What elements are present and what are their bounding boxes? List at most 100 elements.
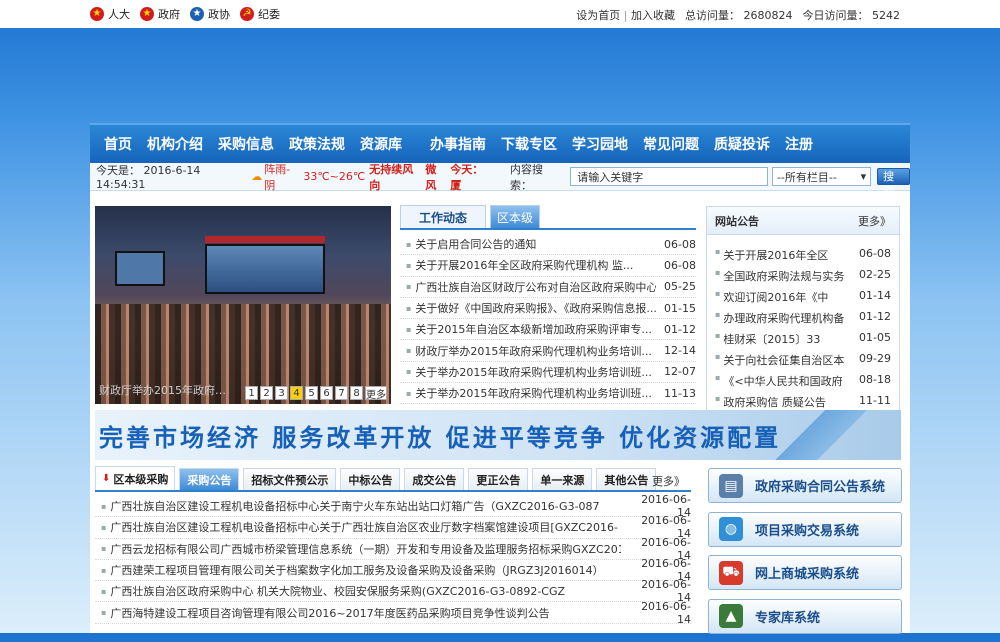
nav-guide[interactable]: 办事指南	[430, 134, 486, 154]
list-item[interactable]: ▪ 广西壮族自治区政府采购中心 机关大院物业、校园安保服务采购(GXZC2016-…	[95, 578, 691, 604]
list-item[interactable]: ▪ 办理政府采购代理机构备 01-12	[715, 310, 891, 331]
weather: 阵雨-阴	[264, 162, 291, 192]
slide-caption[interactable]: 财政厅举办2015年政府…	[99, 382, 226, 398]
tab-tender-preview[interactable]: 招标文件预公示	[243, 468, 337, 490]
slide-page-7[interactable]: 7	[335, 386, 348, 400]
cart-icon: ⛟	[719, 560, 743, 585]
news-list: ▪ 关于启用合同公告的通知 06-08 ▪ 关于开展2016年全区政府采购代理机构 监…	[400, 234, 696, 405]
wind: 无持续风向	[369, 162, 414, 192]
list-item[interactable]: ▪ 关于启用合同公告的通知 06-08	[400, 234, 696, 256]
party-emblem-icon: ☭	[240, 7, 254, 21]
news-tabs: 工作动态 区本级	[400, 205, 696, 230]
today-visits: 今日访问量： 5242	[802, 9, 901, 22]
graduation-cap-icon: ▲	[719, 604, 743, 628]
category-select[interactable]: --所有栏目-- ▾	[771, 167, 872, 186]
link-government[interactable]: ★ 政府	[140, 6, 180, 22]
nav-about[interactable]: 机构介绍	[147, 134, 203, 154]
set-home-link[interactable]: 设为首页	[576, 9, 620, 22]
main-container: 首页 机构介绍 采购信息 政策法规 资源库 办事指南 下载专区 学习园地 常见问…	[90, 123, 910, 634]
list-item[interactable]: ▪ 广西壮族自治区建设工程机电设备招标中心关于广西壮族自治区农业厅数字档案馆建设项…	[95, 514, 691, 540]
procurement-panel: ⬇ 区本级采购 采购公告 招标文件预公示 中标公告 成交公告 更正公告 单一来源 …	[95, 466, 691, 638]
list-item[interactable]: ▪ 关于做好《中国政府采购报》、《政府采购信息报... 01-15	[400, 298, 696, 320]
photo-slideshow[interactable]: 财政厅举办2015年政府… 1 2 3 4 5 6 7 8 更多	[95, 206, 391, 404]
announcements-more-link[interactable]: 更多》	[858, 213, 891, 229]
total-visits: 总访问量： 2680824	[685, 9, 793, 22]
projection-screen	[205, 244, 325, 294]
list-item[interactable]: ▪ 广西壮族自治区财政厅公布对自治区政府采购中心... 05-25	[400, 277, 696, 298]
list-item[interactable]: ▪ 关于2015年自治区本级新增加政府采购评审专... 01-12	[400, 319, 696, 341]
list-item[interactable]: ▪ 全国政府采购法规与实务 02-25	[715, 268, 891, 289]
add-favorite-link[interactable]: 加入收藏	[631, 9, 675, 22]
procurement-list: ▪ 广西壮族自治区建设工程机电设备招标中心关于南宁火车东站出站口灯箱广告（GXZC…	[95, 493, 691, 626]
systems-panel: ▤ 政府采购合同公告系统 ◍ 项目采购交易系统 ⛟ 网上商城采购系统 ▲ 专家库…	[708, 468, 902, 642]
news-panel: 工作动态 区本级 ▪ 关于启用合同公告的通知 06-08 ▪ 关于开展2016年全区政…	[400, 205, 696, 406]
tab-other-notice[interactable]: 其他公告	[596, 468, 657, 490]
list-item[interactable]: ▪ 关于举办2015年政府采购代理机构业务培训班... 11-13	[400, 383, 696, 405]
slide-more[interactable]: 更多	[365, 386, 387, 401]
tab-work-news[interactable]: 工作动态	[400, 205, 487, 228]
list-item[interactable]: ▪ 政府采购信 质疑公告 11-11	[715, 394, 891, 410]
slide-page-2[interactable]: 2	[260, 386, 273, 400]
nav-downloads[interactable]: 下载专区	[501, 134, 557, 154]
slide-page-8[interactable]: 8	[350, 386, 363, 400]
slide-page-1[interactable]: 1	[245, 386, 258, 400]
slide-page-6[interactable]: 6	[320, 386, 333, 400]
slide-page-3[interactable]: 3	[275, 386, 288, 400]
procurement-more-link[interactable]: 更多》	[652, 473, 685, 489]
top-links: ★ 人大 ★ 政府 ★ 政协 ☭ 纪委	[90, 6, 280, 22]
list-item[interactable]: ▪ 广西云龙招标有限公司广西城市桥梁管理信息系统（一期）开发和专用设备及监理服务招…	[95, 536, 691, 562]
temperature: 33℃~26℃	[303, 170, 366, 183]
nav-register[interactable]: 注册	[785, 134, 813, 154]
link-cppcc[interactable]: ★ 政协	[190, 6, 230, 22]
emblem-icon: ★	[190, 7, 204, 21]
list-item[interactable]: ▪ 关于举办2015年政府采购代理机构业务培训班... 12-07	[400, 362, 696, 384]
site-announcements: 网站公告 更多》 ▪ 关于开展2016年全区 06-08 ▪ 全国政府采购法规与实务 0…	[706, 206, 900, 411]
list-item[interactable]: ▪ 关于开展2016年全区政府采购代理机构 监... 06-08	[400, 255, 696, 277]
trading-system-button[interactable]: ◍ 项目采购交易系统	[708, 511, 902, 547]
nav-complaints[interactable]: 质疑投诉	[714, 134, 770, 154]
city-weather: 今天：厦	[450, 162, 484, 192]
tab-award-notice[interactable]: 中标公告	[340, 468, 401, 490]
announcements-list: ▪ 关于开展2016年全区 06-08 ▪ 全国政府采购法规与实务 02-25 ▪ 欢迎订…	[707, 235, 899, 410]
search-input[interactable]	[570, 167, 768, 186]
tab-correction-notice[interactable]: 更正公告	[468, 468, 529, 490]
slide-page-5[interactable]: 5	[305, 386, 318, 400]
procurement-tabs: ⬇ 区本级采购 采购公告 招标文件预公示 中标公告 成交公告 更正公告 单一来源 …	[95, 466, 691, 492]
list-item[interactable]: ▪ 关于向社会征集自治区本 09-29	[715, 352, 891, 373]
tab-deal-notice[interactable]: 成交公告	[404, 468, 465, 490]
tab-district-procurement[interactable]: ⬇ 区本级采购	[95, 466, 176, 490]
list-item[interactable]: ▪ 广西海特建设工程项目咨询管理有限公司2016~2017年度医药品采购项目竞争性…	[95, 600, 691, 626]
online-mall-system-button[interactable]: ⛟ 网上商城采购系统	[708, 555, 902, 590]
contract-notice-system-button[interactable]: ▤ 政府采购合同公告系统	[708, 468, 902, 503]
tab-single-source[interactable]: 单一来源	[532, 468, 593, 490]
list-item[interactable]: ▪ 桂财采〔2015〕33 01-05	[715, 331, 891, 352]
list-item[interactable]: ▪ 广西建荣工程项目管理有限公司关于档案数字化加工服务及设备采购及设备采购（JRG…	[95, 557, 691, 583]
wind-level: 微风	[425, 162, 437, 192]
nav-home[interactable]: 首页	[104, 134, 132, 154]
list-item[interactable]: ▪ 欢迎订阅2016年《中 01-14	[715, 289, 891, 310]
tab-district-level[interactable]: 区本级	[490, 205, 541, 228]
link-npc[interactable]: ★ 人大	[90, 6, 130, 22]
nav-faq[interactable]: 常见问题	[643, 134, 699, 154]
document-icon: ▤	[719, 473, 743, 498]
slide-page-4[interactable]: 4	[290, 386, 303, 400]
nav-procurement-info[interactable]: 采购信息	[218, 134, 274, 154]
date-label: 今天是： 2016-6-14 14:54:31	[96, 164, 201, 191]
tab-procurement-notice[interactable]: 采购公告	[179, 468, 240, 490]
download-arrow-icon: ⬇	[102, 473, 111, 484]
link-discipline[interactable]: ☭ 纪委	[240, 6, 280, 22]
list-item[interactable]: ▪ 财政厅举办2015年政府采购代理机构业务培训... 12-14	[400, 340, 696, 362]
announcements-title: 网站公告	[715, 214, 759, 228]
list-item[interactable]: ▪ 广西壮族自治区建设工程机电设备招标中心关于南宁火车东站出站口灯箱广告（GXZC…	[95, 493, 691, 519]
search-button[interactable]: 搜索	[877, 168, 910, 198]
slogan-text: 完善市场经济 服务改革开放 促进平等竞争 优化资源配置	[99, 422, 782, 452]
list-item[interactable]: ▪ 关于开展2016年全区 06-08	[715, 247, 891, 268]
expert-database-system-button[interactable]: ▲ 专家库系统	[708, 598, 902, 634]
nav-learning[interactable]: 学习园地	[572, 134, 628, 154]
nav-policies[interactable]: 政策法规	[289, 134, 345, 154]
list-item[interactable]: ▪ 《<中华人民共和国政府 08-18	[715, 373, 891, 394]
chevron-down-icon: ▾	[860, 170, 867, 183]
slogan-banner: 完善市场经济 服务改革开放 促进平等竞争 优化资源配置	[95, 410, 901, 460]
nav-resources[interactable]: 资源库	[360, 134, 402, 154]
slide-pager: 1 2 3 4 5 6 7 8 更多	[245, 386, 387, 401]
